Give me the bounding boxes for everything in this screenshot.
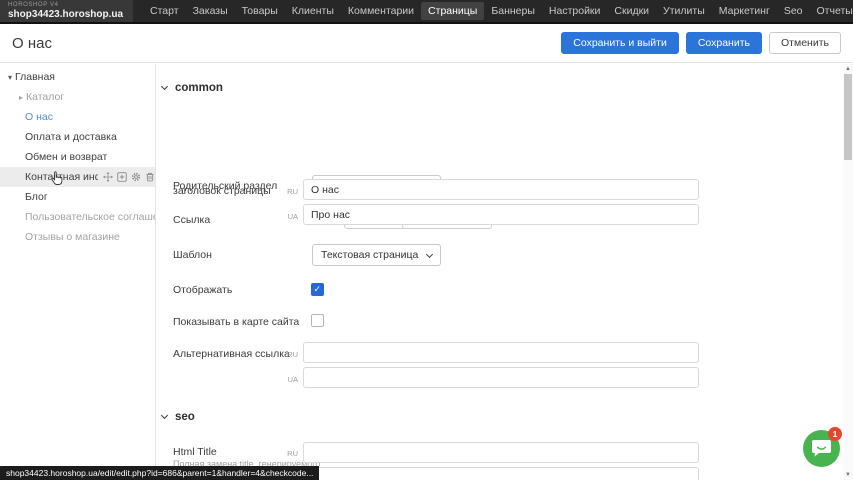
tree-item-exchange-return[interactable]: Обмен и возврат — [0, 147, 155, 167]
html-title-ua-input[interactable] — [303, 467, 699, 480]
chevron-down-icon[interactable]: ▾ — [5, 73, 15, 82]
menu-item-marketing[interactable]: Маркетинг — [712, 2, 777, 20]
tree-item-store-reviews[interactable]: Отзывы о магазине — [0, 227, 155, 247]
menu-item-start[interactable]: Старт — [143, 2, 186, 20]
page-title-label: заголовок страницы — [173, 185, 271, 197]
menu-item-orders[interactable]: Заказы — [186, 2, 235, 20]
menu-item-pages[interactable]: Страницы — [421, 2, 484, 20]
menu-item-seo[interactable]: Seo — [777, 2, 810, 20]
delete-trash-icon[interactable] — [145, 172, 155, 182]
html-title-label: Html Title — [173, 446, 217, 458]
template-label: Шаблон — [173, 249, 212, 261]
page-header: О нас Сохранить и выйти Сохранить Отмени… — [0, 24, 853, 63]
page-title-ru-input[interactable] — [303, 179, 699, 200]
sitemap-checkbox[interactable] — [311, 314, 324, 327]
page-title: О нас — [12, 35, 52, 52]
lang-tag-ru: RU — [282, 350, 298, 359]
add-icon[interactable] — [117, 172, 127, 182]
tree-item-blog[interactable]: Блог — [0, 187, 155, 207]
chat-widget-button[interactable]: 1 — [803, 430, 840, 467]
chevron-down-icon — [426, 250, 433, 257]
html-title-ru-input[interactable] — [303, 442, 699, 463]
section-common[interactable]: common — [162, 82, 223, 94]
tree-item-payment-delivery[interactable]: Оплата и доставка — [0, 127, 155, 147]
menu-item-discounts[interactable]: Скидки — [607, 2, 656, 20]
alt-link-ru-input[interactable] — [303, 342, 699, 363]
page-edit-form: common Родительский раздел Главная Ссылк… — [156, 63, 843, 480]
lang-tag-ru: RU — [282, 449, 298, 458]
lang-tag-ua: UA — [282, 212, 298, 221]
menu-item-settings[interactable]: Настройки — [542, 2, 608, 20]
save-button[interactable]: Сохранить — [686, 32, 762, 54]
sitemap-label: Показывать в карте сайта — [173, 316, 299, 328]
vertical-scrollbar[interactable]: ▲ ▼ — [843, 64, 853, 480]
menu-item-banners[interactable]: Баннеры — [484, 2, 542, 20]
display-label: Отображать — [173, 284, 232, 296]
menu-item-comments[interactable]: Комментарии — [341, 2, 421, 20]
move-icon[interactable] — [103, 172, 113, 182]
link-label: Ссылка — [173, 214, 210, 226]
header-actions: Сохранить и выйти Сохранить Отменить — [561, 32, 853, 54]
alt-link-ua-input[interactable] — [303, 367, 699, 388]
link-status-tooltip: shop34423.horoshop.ua/edit/edit.php?id=6… — [0, 466, 319, 480]
display-checkbox[interactable] — [311, 283, 324, 296]
chat-notification-badge: 1 — [828, 427, 842, 441]
pages-tree-sidebar: ▾ Главная ▸ Каталог О нас Оплата и доста… — [0, 64, 156, 480]
top-navigation-bar: HOROSHOP V4 shop34423.horoshop.ua Старт … — [0, 0, 853, 24]
lang-tag-ru: RU — [282, 187, 298, 196]
save-and-exit-button[interactable]: Сохранить и выйти — [561, 32, 679, 54]
collapse-chevron-icon — [161, 412, 168, 419]
page-title-ua-input[interactable] — [303, 204, 699, 225]
template-select[interactable]: Текстовая страница — [312, 244, 441, 266]
alt-link-label: Альтернативная ссылка — [173, 348, 290, 360]
brand-logo[interactable]: HOROSHOP V4 shop34423.horoshop.ua — [0, 0, 133, 22]
tree-item-home[interactable]: ▾ Главная — [0, 67, 155, 87]
menu-item-reports[interactable]: Отчеты — [810, 2, 853, 20]
tree-item-about-us[interactable]: О нас — [0, 107, 155, 127]
brand-domain-label: shop34423.horoshop.ua — [8, 9, 123, 20]
cancel-button[interactable]: Отменить — [769, 32, 841, 54]
section-seo[interactable]: seo — [162, 411, 195, 423]
collapse-chevron-icon — [161, 83, 168, 90]
settings-gear-icon[interactable] — [131, 172, 141, 182]
lang-tag-ua: UA — [282, 375, 298, 384]
chevron-right-icon[interactable]: ▸ — [16, 93, 26, 102]
brand-version-label: HOROSHOP V4 — [8, 2, 123, 9]
chat-bubble-icon — [811, 439, 832, 458]
scroll-down-icon[interactable]: ▼ — [843, 472, 853, 478]
main-menu: Старт Заказы Товары Клиенты Комментарии … — [143, 2, 853, 20]
menu-item-utilities[interactable]: Утилиты — [656, 2, 712, 20]
page: HOROSHOP V4 shop34423.horoshop.ua Старт … — [0, 0, 853, 480]
tree-item-contact-info[interactable]: Контактная инфор — [0, 167, 155, 187]
scroll-up-icon[interactable]: ▲ — [843, 66, 853, 72]
menu-item-clients[interactable]: Клиенты — [285, 2, 341, 20]
tree-item-user-agreement[interactable]: Пользовательское соглашение — [0, 207, 155, 227]
mouse-hand-cursor — [50, 171, 63, 188]
menu-item-products[interactable]: Товары — [235, 2, 285, 20]
scrollbar-thumb[interactable] — [844, 74, 852, 160]
tree-item-catalog[interactable]: ▸ Каталог — [0, 87, 155, 107]
